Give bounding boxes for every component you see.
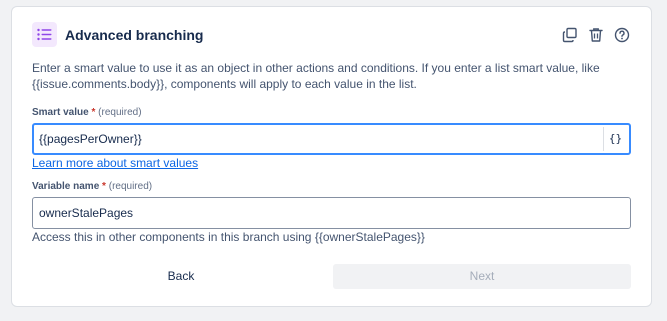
smart-value-input[interactable]: {{pagesPerOwner}} {}: [32, 123, 631, 155]
trash-icon[interactable]: [587, 26, 605, 44]
smart-value-picker-button[interactable]: {}: [603, 127, 627, 151]
panel-header: Advanced branching: [32, 22, 631, 48]
learn-more-link[interactable]: Learn more about smart values: [32, 156, 198, 170]
help-icon[interactable]: [613, 26, 631, 44]
variable-name-hint: Access this in other components in this …: [32, 230, 425, 244]
list-icon: [32, 22, 57, 47]
next-button[interactable]: Next: [333, 264, 631, 289]
smart-value-label-text: Smart value: [32, 107, 89, 118]
panel-title: Advanced branching: [65, 27, 204, 43]
required-mark: *: [102, 181, 106, 192]
required-mark: *: [91, 107, 96, 118]
smart-value-label: Smart value * (required): [32, 107, 142, 118]
smart-value-text: {{pagesPerOwner}}: [39, 132, 142, 146]
advanced-branching-panel: Advanced branching Enter a smart value t…: [11, 6, 652, 307]
required-text: (required): [108, 181, 153, 192]
copy-icon[interactable]: [561, 26, 579, 44]
required-text: (required): [98, 107, 142, 118]
variable-name-label-text: Variable name: [32, 181, 100, 192]
branching-description: Enter a smart value to use it as an obje…: [32, 61, 600, 91]
variable-name-text: ownerStalePages: [39, 206, 134, 220]
variable-name-label: Variable name * (required): [32, 181, 152, 192]
variable-name-input[interactable]: ownerStalePages: [32, 197, 631, 229]
back-button[interactable]: Back: [32, 264, 330, 289]
